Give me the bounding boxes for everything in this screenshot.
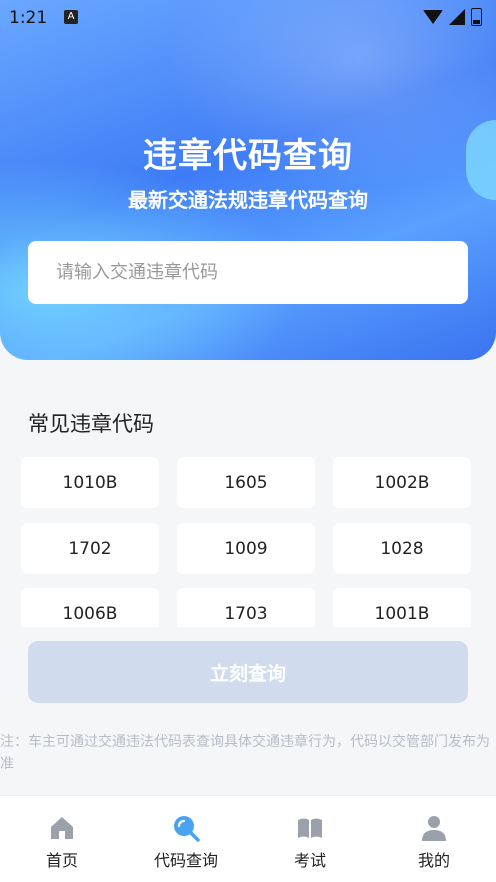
battery-icon bbox=[471, 8, 482, 26]
page-title: 违章代码查询 bbox=[143, 136, 353, 176]
search-submit-button[interactable]: 立刻查询 bbox=[28, 641, 468, 703]
tab-home[interactable]: 首页 bbox=[0, 796, 124, 882]
code-button[interactable]: 1009 bbox=[177, 523, 315, 574]
tab-mine[interactable]: 我的 bbox=[372, 796, 496, 882]
tab-label: 考试 bbox=[293, 851, 326, 870]
code-button[interactable]: 1001B bbox=[333, 588, 471, 627]
tab-code-search[interactable]: 代码查询 bbox=[124, 796, 248, 882]
wifi-icon bbox=[423, 10, 443, 24]
page-subtitle: 最新交通法规违章代码查询 bbox=[128, 188, 368, 212]
tab-label: 首页 bbox=[45, 851, 78, 870]
search-box bbox=[28, 241, 468, 304]
code-button[interactable]: 1006B bbox=[21, 588, 159, 627]
tab-exam[interactable]: 考试 bbox=[248, 796, 372, 882]
signal-icon bbox=[449, 9, 465, 25]
section-title: 常见违章代码 bbox=[28, 412, 154, 436]
status-time: 1:21 bbox=[9, 8, 48, 28]
user-icon bbox=[422, 816, 446, 841]
code-button[interactable]: 1002B bbox=[333, 457, 471, 508]
status-bar: 1:21 A bbox=[0, 0, 496, 34]
search-icon bbox=[174, 816, 200, 842]
code-button[interactable]: 1605 bbox=[177, 457, 315, 508]
tab-label: 我的 bbox=[417, 851, 450, 870]
common-codes-grid: 1010B 1605 1002B 1702 1009 1028 1006B 17… bbox=[21, 457, 471, 627]
book-icon bbox=[298, 818, 322, 838]
code-button[interactable]: 1010B bbox=[21, 457, 159, 508]
code-button[interactable]: 1028 bbox=[333, 523, 471, 574]
code-button[interactable]: 1702 bbox=[21, 523, 159, 574]
bottom-tab-bar: 首页 代码查询 考试 我的 bbox=[0, 795, 496, 882]
notification-icon: A bbox=[64, 10, 78, 24]
home-icon bbox=[51, 817, 73, 839]
tab-label: 代码查询 bbox=[153, 851, 218, 870]
disclaimer-note: 注：车主可通过交通违法代码表查询具体交通违章行为，代码以交管部门发布为准 bbox=[0, 734, 490, 772]
code-button[interactable]: 1703 bbox=[177, 588, 315, 627]
header-banner bbox=[0, 0, 496, 360]
code-search-input[interactable] bbox=[28, 241, 468, 304]
